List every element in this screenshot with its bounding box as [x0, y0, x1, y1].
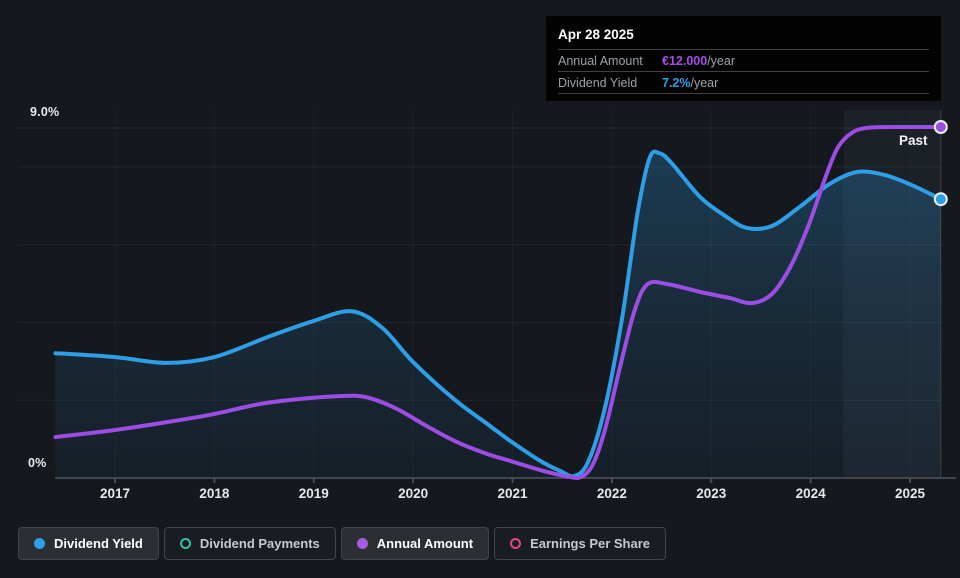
- legend-button-dividend-payments[interactable]: Dividend Payments: [163, 527, 336, 560]
- x-axis-label-2024: 2024: [795, 486, 826, 501]
- y-axis-label-top: 9.0%: [30, 105, 60, 119]
- legend-button-earnings-per-share[interactable]: Earnings Per Share: [494, 527, 667, 560]
- dividend-yield-marker-dot-icon: [34, 538, 45, 549]
- x-axis-label-2018: 2018: [199, 486, 230, 501]
- x-axis-label-2021: 2021: [497, 486, 528, 501]
- tooltip-row-value: €12.000: [662, 53, 708, 68]
- x-axis-label-2023: 2023: [696, 486, 727, 501]
- y-axis-label-zero: 0%: [28, 456, 47, 470]
- dividend-payments-marker-dot-icon: [179, 538, 191, 549]
- tooltip-row-value: 7.2%: [662, 75, 691, 90]
- legend-label: Dividend Payments: [199, 536, 320, 551]
- chart-tooltip: Apr 28 2025 Annual Amount €12.000/year Div…: [546, 16, 941, 101]
- tooltip-row-label: Annual Amount: [558, 53, 643, 68]
- tooltip-row-suffix: /year: [690, 75, 719, 90]
- legend-button-dividend-yield[interactable]: Dividend Yield: [18, 527, 159, 560]
- past-label: Past: [899, 133, 928, 148]
- x-axis-label-2017: 2017: [99, 486, 131, 501]
- tooltip-row-label: Dividend Yield: [558, 75, 638, 90]
- tooltip-row-suffix: /year: [707, 53, 735, 68]
- legend-label: Annual Amount: [376, 536, 474, 551]
- x-axis-label-2020: 2020: [398, 486, 429, 501]
- tooltip-row: Dividend Yield 7.2%/year: [558, 71, 929, 93]
- legend-label: Earnings Per Share: [530, 536, 651, 551]
- tooltip-date: Apr 28 2025: [558, 27, 634, 42]
- chart-legend: Dividend Yield Dividend Payments Annual Am…: [18, 527, 667, 560]
- annual-amount-end-marker[interactable]: [933, 120, 948, 134]
- earnings-per-share-marker-dot-icon: [510, 538, 522, 549]
- tooltip-row: Annual Amount €12.000/year: [558, 49, 929, 71]
- legend-button-annual-amount[interactable]: Annual Amount: [340, 527, 490, 560]
- dividend-history-chart-page: { "tooltip": { "date": "Apr 28 2025", "r…: [0, 0, 960, 578]
- dividend-yield-end-marker[interactable]: [933, 192, 948, 207]
- tooltip-rows: Annual Amount €12.000/year Dividend Yield 7…: [558, 49, 929, 94]
- legend-label: Dividend Yield: [54, 536, 143, 551]
- x-axis-label-2025: 2025: [894, 486, 926, 501]
- x-axis-label-2019: 2019: [298, 486, 329, 501]
- x-axis-label-2022: 2022: [596, 486, 627, 501]
- annual-amount-marker-dot-icon: [356, 538, 368, 549]
